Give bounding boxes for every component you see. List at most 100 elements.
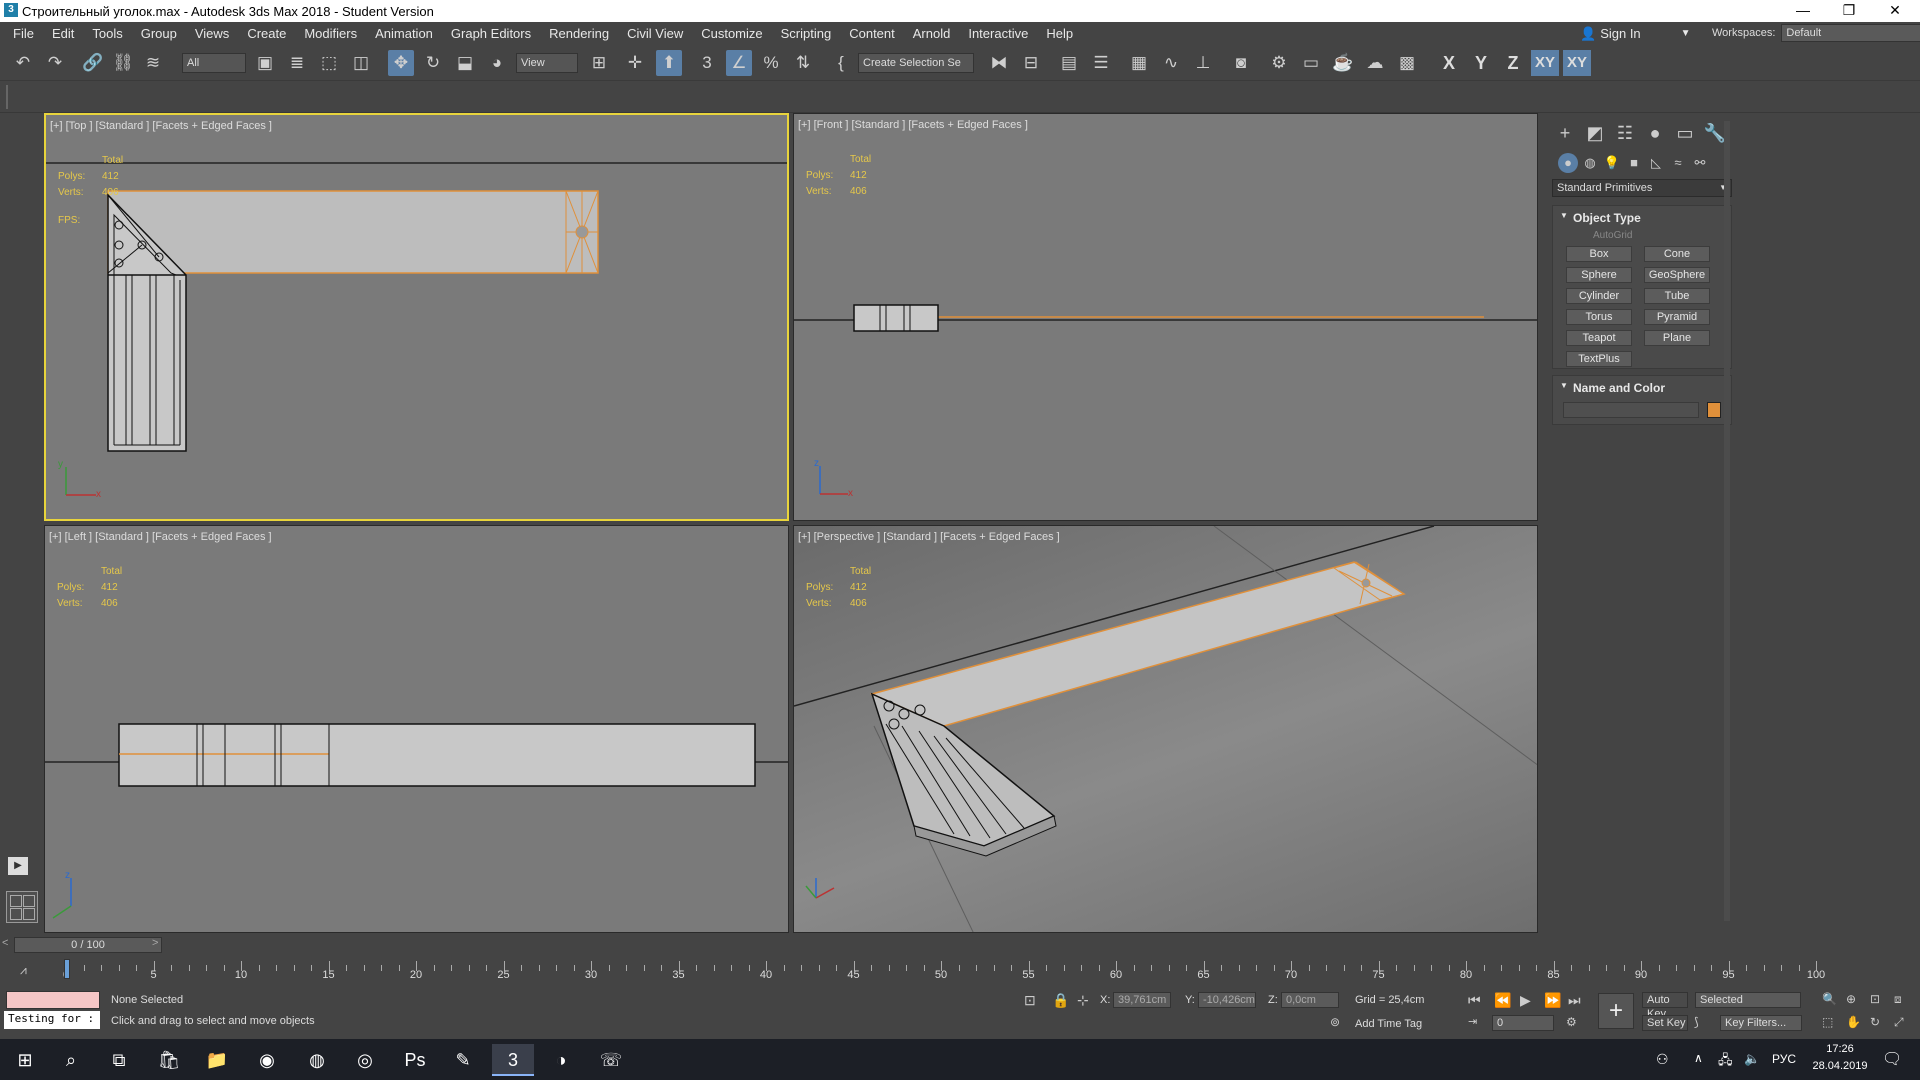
autogrid-checkbox[interactable]: AutoGrid	[1593, 230, 1632, 241]
sign-in-button[interactable]: 👤 Sign In ▼	[1580, 22, 1691, 45]
language-indicator[interactable]: РУС	[1772, 1052, 1796, 1066]
selection-filter-dropdown[interactable]: All	[182, 53, 246, 73]
utility-app-icon[interactable]: ◍	[296, 1044, 338, 1076]
named-selection-set-dropdown[interactable]: Create Selection Se	[858, 53, 974, 73]
network-icon[interactable]: 🖧	[1718, 1051, 1733, 1073]
time-slider[interactable]: 0 / 100	[14, 937, 162, 953]
window-crossing-icon[interactable]: ◫	[348, 50, 374, 76]
viewport-top-label[interactable]: [+] [Top ] [Standard ] [Facets + Edged F…	[50, 120, 272, 132]
toggle-layer-explorer-icon[interactable]: ☰	[1088, 50, 1114, 76]
orbit-icon[interactable]: ↻	[1870, 1015, 1880, 1029]
display-tab-icon[interactable]: ▭	[1672, 121, 1698, 145]
restore-icon[interactable]: ❐	[1826, 0, 1872, 22]
viewport-layout-icon[interactable]	[6, 891, 38, 923]
tray-expand-icon[interactable]: ∧	[1694, 1051, 1703, 1065]
select-and-rotate-icon[interactable]: ↻	[420, 50, 446, 76]
people-icon[interactable]: ⚇	[1656, 1051, 1669, 1068]
axis-x-button[interactable]: X	[1435, 50, 1463, 76]
textplus-button[interactable]: TextPlus	[1566, 351, 1632, 367]
zoom-all-icon[interactable]: ⊕	[1846, 992, 1856, 1006]
maxscript-input[interactable]: Testing for :	[4, 1011, 100, 1029]
task-view-icon[interactable]: ⧉	[98, 1044, 140, 1076]
viewport-left[interactable]: [+] [Left ] [Standard ] [Facets + Edged …	[44, 525, 789, 933]
previous-frame-icon[interactable]: ⏪	[1494, 992, 1511, 1009]
viber-icon[interactable]: ☏	[590, 1044, 632, 1076]
set-key-big-icon[interactable]: +	[1598, 993, 1634, 1029]
object-name-input[interactable]	[1563, 402, 1699, 418]
volume-icon[interactable]: 🔈	[1744, 1051, 1760, 1067]
panel-scrollbar[interactable]	[1724, 121, 1730, 921]
menu-group[interactable]: Group	[132, 26, 186, 41]
render-iterative-icon[interactable]: ▩	[1394, 50, 1420, 76]
zoom-extents-icon[interactable]: ⊡	[1870, 992, 1880, 1006]
file-manager-icon[interactable]: 📁	[196, 1044, 238, 1076]
select-and-scale-icon[interactable]: ⬓	[452, 50, 478, 76]
current-frame-field[interactable]: 0	[1492, 1015, 1554, 1031]
teapot-button[interactable]: Teapot	[1566, 330, 1632, 346]
sphere-button[interactable]: Sphere	[1566, 267, 1632, 283]
ribbon-handle[interactable]	[6, 85, 8, 109]
object-color-swatch[interactable]	[1707, 402, 1721, 418]
menu-interactive[interactable]: Interactive	[959, 26, 1037, 41]
key-mode-toggle-icon[interactable]: ⇥	[1468, 1015, 1477, 1028]
render-in-cloud-icon[interactable]: ☁	[1362, 50, 1388, 76]
axis-xy-cycle-button[interactable]: XY	[1563, 50, 1591, 76]
axis-z-button[interactable]: Z	[1499, 50, 1527, 76]
windows-start-icon[interactable]: ⊞	[4, 1044, 46, 1076]
viewport-perspective[interactable]: [+] [Perspective ] [Standard ] [Facets +…	[793, 525, 1538, 933]
key-mode-dropdown[interactable]: Selected	[1695, 992, 1801, 1008]
snaps-toggle-icon[interactable]: 3	[694, 50, 720, 76]
track-bar[interactable]: 0510152025303540455055606570758085909510…	[60, 957, 1870, 985]
shapes-icon[interactable]: ◍	[1580, 153, 1600, 173]
modify-tab-icon[interactable]: ◩	[1582, 121, 1608, 145]
hierarchy-tab-icon[interactable]: ☷	[1612, 121, 1638, 145]
menu-animation[interactable]: Animation	[366, 26, 442, 41]
menu-scripting[interactable]: Scripting	[772, 26, 841, 41]
go-to-end-icon[interactable]: ⏭	[1568, 992, 1581, 1009]
auto-key-button[interactable]: Auto Key	[1642, 992, 1688, 1020]
angle-snap-icon[interactable]: ∠	[726, 50, 752, 76]
toggle-scene-explorer-icon[interactable]: ▤	[1056, 50, 1082, 76]
menu-help[interactable]: Help	[1037, 26, 1082, 41]
z-coordinate-field[interactable]: 0,0cm	[1281, 992, 1339, 1008]
isolate-selection-icon[interactable]: ⊡	[1024, 992, 1036, 1009]
geosphere-button[interactable]: GeoSphere	[1644, 267, 1710, 283]
select-and-move-icon[interactable]: ✥	[388, 50, 414, 76]
time-slider-head[interactable]	[64, 959, 70, 979]
field-of-view-icon[interactable]: ⬚	[1822, 1015, 1833, 1029]
material-editor-icon[interactable]: ◙	[1228, 50, 1254, 76]
motion-tab-icon[interactable]: ●	[1642, 121, 1668, 145]
play-icon[interactable]: ▶	[1520, 992, 1531, 1009]
menu-tools[interactable]: Tools	[83, 26, 131, 41]
key-filters-button[interactable]: Key Filters...	[1720, 1015, 1802, 1031]
select-by-name-icon[interactable]: ≣	[284, 50, 310, 76]
default-in-out-tangents-icon[interactable]: ⟆	[1694, 1015, 1699, 1029]
select-and-place-icon[interactable]: ◕	[484, 50, 510, 76]
workspaces-dropdown[interactable]: Default	[1781, 24, 1920, 42]
keyboard-shortcut-override-icon[interactable]: ⬆	[656, 50, 682, 76]
x-coordinate-field[interactable]: 39,761cm	[1113, 992, 1171, 1008]
set-key-button[interactable]: Set Key	[1642, 1015, 1688, 1031]
menu-file[interactable]: File	[4, 26, 43, 41]
close-icon[interactable]: ✕	[1872, 0, 1918, 22]
rectangular-selection-icon[interactable]: ⬚	[316, 50, 342, 76]
clock-time[interactable]: 17:26	[1810, 1043, 1870, 1055]
messenger-icon[interactable]: ◑	[540, 1044, 582, 1076]
zoom-icon[interactable]: 🔍	[1822, 992, 1837, 1006]
align-icon[interactable]: ⊟	[1018, 50, 1044, 76]
viewport-perspective-label[interactable]: [+] [Perspective ] [Standard ] [Facets +…	[798, 531, 1060, 543]
menu-civil-view[interactable]: Civil View	[618, 26, 692, 41]
object-category-dropdown[interactable]: Standard Primitives ▼	[1552, 179, 1732, 197]
axis-xy-button[interactable]: XY	[1531, 50, 1559, 76]
chrome-icon[interactable]: ◉	[246, 1044, 288, 1076]
schematic-view-icon[interactable]: ⊥	[1190, 50, 1216, 76]
axis-y-button[interactable]: Y	[1467, 50, 1495, 76]
helpers-icon[interactable]: ◺	[1646, 153, 1666, 173]
menu-modifiers[interactable]: Modifiers	[295, 26, 366, 41]
expand-layouts-icon[interactable]: ▶	[8, 857, 28, 875]
menu-graph-editors[interactable]: Graph Editors	[442, 26, 540, 41]
pan-view-icon[interactable]: ✋	[1846, 1015, 1861, 1029]
curve-editor-mini-icon[interactable]: ⩘	[20, 963, 27, 978]
manipulate-icon[interactable]: ✛	[622, 50, 648, 76]
add-time-tag[interactable]: Add Time Tag	[1355, 1018, 1422, 1030]
